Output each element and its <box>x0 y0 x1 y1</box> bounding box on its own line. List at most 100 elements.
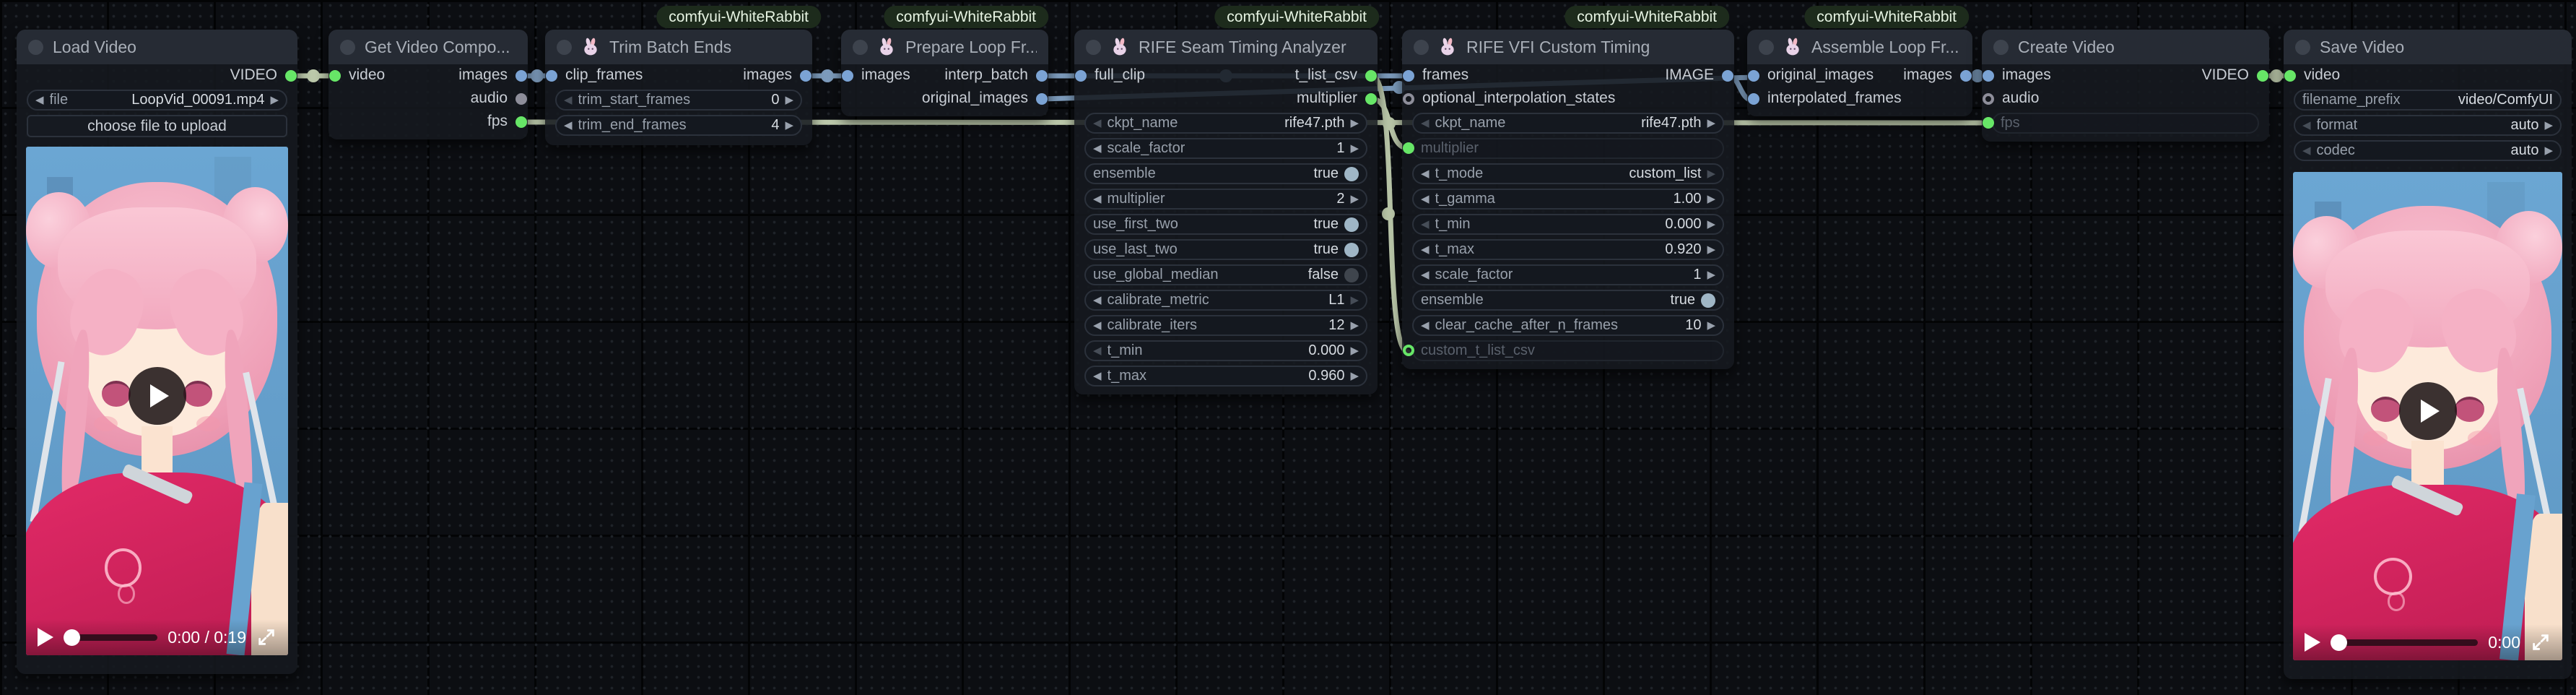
node-load-video[interactable]: Load VideoVIDEO◀fileLoopVid_00091.mp4▶ch… <box>17 30 297 674</box>
node-get-video-components[interactable]: Get Video Compo...videoimagesaudiofps <box>328 30 528 139</box>
t_gamma-widget[interactable]: ◀t_gamma1.00▶ <box>1412 189 1724 210</box>
images-port[interactable] <box>515 70 527 82</box>
increment-arrow-icon[interactable]: ▶ <box>1707 168 1715 179</box>
format-widget[interactable]: ◀formatauto▶ <box>2294 115 2562 136</box>
node-header-create-video[interactable]: Create Video <box>1982 30 2269 64</box>
decrement-arrow-icon[interactable]: ◀ <box>2302 145 2311 156</box>
VIDEO-port[interactable] <box>2257 70 2268 82</box>
use_first_two-widget[interactable]: use_first_twotrue <box>1084 214 1367 235</box>
t_min-widget[interactable]: ◀t_min0.000▶ <box>1412 214 1724 235</box>
increment-arrow-icon[interactable]: ▶ <box>270 95 279 105</box>
original_images-port[interactable] <box>1036 93 1048 105</box>
node-header-save-video[interactable]: Save Video <box>2284 30 2572 64</box>
node-save-video[interactable]: Save Videovideofilename_prefixvideo/Comf… <box>2284 30 2572 679</box>
node-header-get-video-components[interactable]: Get Video Compo... <box>328 30 528 64</box>
calibrate_iters-widget[interactable]: ◀calibrate_iters12▶ <box>1084 315 1367 336</box>
toggle-circle[interactable] <box>1344 217 1359 232</box>
fps-port[interactable] <box>515 116 527 128</box>
toggle-circle[interactable] <box>1344 167 1359 181</box>
t_list_csv-port[interactable] <box>1365 70 1377 82</box>
decrement-arrow-icon[interactable]: ◀ <box>1421 269 1430 280</box>
collapse-dot[interactable] <box>1759 40 1774 55</box>
play-icon[interactable] <box>38 628 53 647</box>
clear_cache_after_n_frames-widget[interactable]: ◀clear_cache_after_n_frames10▶ <box>1412 315 1724 336</box>
images-port[interactable] <box>842 70 853 82</box>
interp_batch-port[interactable] <box>1036 70 1048 82</box>
node-header-trim-batch-ends[interactable]: Trim Batch Ends <box>545 30 812 64</box>
video-port[interactable] <box>2284 70 2296 82</box>
use_last_two-widget[interactable]: use_last_twotrue <box>1084 239 1367 260</box>
increment-arrow-icon[interactable]: ▶ <box>1707 194 1715 204</box>
ensemble-widget[interactable]: ensembletrue <box>1084 163 1367 184</box>
video-port[interactable] <box>329 70 341 82</box>
port-port[interactable] <box>1983 117 1994 129</box>
collapse-dot[interactable] <box>2295 40 2310 55</box>
increment-arrow-icon[interactable]: ▶ <box>2544 120 2553 131</box>
link-midpoint-dot[interactable] <box>1383 117 1396 130</box>
fullscreen-icon[interactable] <box>2531 632 2551 652</box>
multiplier-widget[interactable]: ◀multiplier2▶ <box>1084 189 1367 210</box>
audio-port[interactable] <box>515 93 527 105</box>
increment-arrow-icon[interactable]: ▶ <box>785 95 793 105</box>
node-rife-seam-timing-analyzer[interactable]: RIFE Seam Timing Analyzerfull_clipt_list… <box>1074 30 1378 394</box>
link-midpoint-dot[interactable] <box>307 69 320 82</box>
interpolated_frames-port[interactable] <box>1748 93 1759 105</box>
ensemble-widget[interactable]: ensembletrue <box>1412 290 1724 311</box>
increment-arrow-icon[interactable]: ▶ <box>1707 244 1715 255</box>
VIDEO-port[interactable] <box>285 70 297 82</box>
full_clip-port[interactable] <box>1075 70 1087 82</box>
optional_interpolation_states-port[interactable] <box>1403 93 1414 105</box>
codec-widget[interactable]: ◀codecauto▶ <box>2294 140 2562 161</box>
increment-arrow-icon[interactable]: ▶ <box>1350 345 1359 356</box>
collapse-dot[interactable] <box>557 40 572 55</box>
images-port[interactable] <box>800 70 811 82</box>
node-header-load-video[interactable]: Load Video <box>17 30 297 64</box>
node-rife-vfi-custom-timing[interactable]: RIFE VFI Custom TimingframesIMAGEoptiona… <box>1402 30 1734 369</box>
node-create-video[interactable]: Create VideoimagesVIDEOaudiofps <box>1982 30 2269 142</box>
clip_frames-port[interactable] <box>546 70 557 82</box>
link-midpoint-dot[interactable] <box>2270 69 2283 82</box>
custom_t_list_csv-widget[interactable]: custom_t_list_csv <box>1412 340 1724 361</box>
t_max-widget[interactable]: ◀t_max0.920▶ <box>1412 239 1724 260</box>
ckpt_name-widget[interactable]: ◀ckpt_namerife47.pth▶ <box>1084 113 1367 134</box>
node-header-prepare-loop-frames[interactable]: Prepare Loop Fr... <box>841 30 1048 64</box>
increment-arrow-icon[interactable]: ▶ <box>785 120 793 131</box>
seek-bar[interactable] <box>64 634 157 641</box>
collapse-dot[interactable] <box>1086 40 1101 55</box>
decrement-arrow-icon[interactable]: ◀ <box>1421 244 1430 255</box>
decrement-arrow-icon[interactable]: ◀ <box>1421 194 1430 204</box>
port-port[interactable] <box>1403 142 1414 154</box>
decrement-arrow-icon[interactable]: ◀ <box>35 95 44 105</box>
multiplier-widget[interactable]: multiplier <box>1412 138 1724 159</box>
seek-knob[interactable] <box>2331 634 2347 651</box>
increment-arrow-icon[interactable]: ▶ <box>1350 143 1359 154</box>
t_min-widget[interactable]: ◀t_min0.000▶ <box>1084 340 1367 361</box>
fullscreen-icon[interactable] <box>256 627 277 647</box>
increment-arrow-icon[interactable]: ▶ <box>1707 219 1715 230</box>
collapse-dot[interactable] <box>853 40 868 55</box>
fps-widget[interactable]: fps <box>1992 113 2259 134</box>
ckpt_name-widget[interactable]: ◀ckpt_namerife47.pth▶ <box>1412 113 1724 134</box>
increment-arrow-icon[interactable]: ▶ <box>1350 194 1359 204</box>
increment-arrow-icon[interactable]: ▶ <box>1350 118 1359 129</box>
scale_factor-widget[interactable]: ◀scale_factor1▶ <box>1084 138 1367 159</box>
frames-port[interactable] <box>1403 70 1414 82</box>
use_global_median-widget[interactable]: use_global_medianfalse <box>1084 264 1367 285</box>
t_max-widget[interactable]: ◀t_max0.960▶ <box>1084 366 1367 387</box>
increment-arrow-icon[interactable]: ▶ <box>1350 371 1359 381</box>
increment-arrow-icon[interactable]: ▶ <box>1707 118 1715 129</box>
decrement-arrow-icon[interactable]: ◀ <box>1093 118 1102 129</box>
decrement-arrow-icon[interactable]: ◀ <box>1093 295 1102 306</box>
decrement-arrow-icon[interactable]: ◀ <box>1421 168 1430 179</box>
decrement-arrow-icon[interactable]: ◀ <box>1421 219 1430 230</box>
node-header-rife-vfi-custom-timing[interactable]: RIFE VFI Custom Timing <box>1402 30 1734 64</box>
node-header-rife-seam-timing-analyzer[interactable]: RIFE Seam Timing Analyzer <box>1074 30 1378 64</box>
node-graph-canvas[interactable]: Load VideoVIDEO◀fileLoopVid_00091.mp4▶ch… <box>0 0 2576 695</box>
increment-arrow-icon[interactable]: ▶ <box>1707 320 1715 331</box>
images-port[interactable] <box>1983 70 1994 82</box>
play-overlay-button[interactable] <box>129 367 186 425</box>
decrement-arrow-icon[interactable]: ◀ <box>564 95 573 105</box>
increment-arrow-icon[interactable]: ▶ <box>1707 269 1715 280</box>
seek-bar[interactable] <box>2331 639 2478 646</box>
decrement-arrow-icon[interactable]: ◀ <box>1421 118 1430 129</box>
